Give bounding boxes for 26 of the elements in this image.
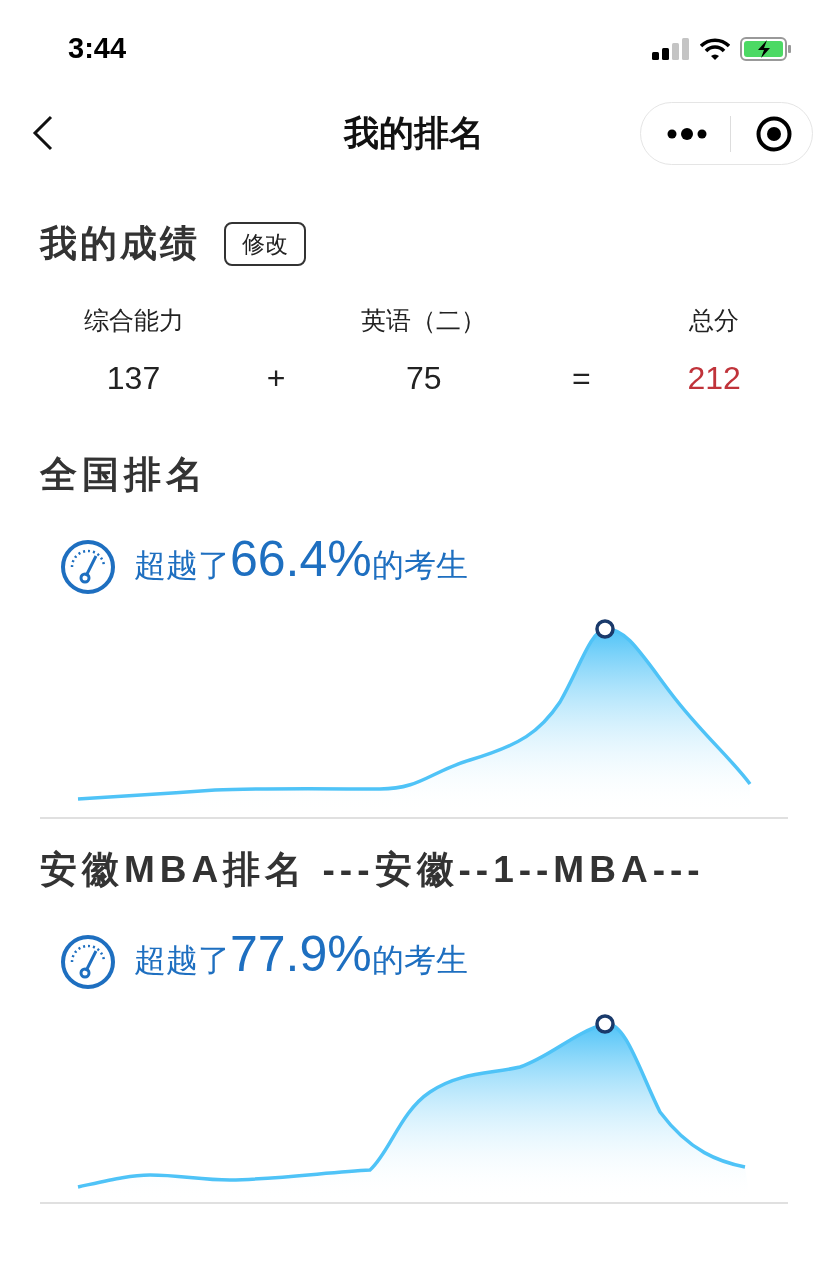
operator-sign: + — [266, 358, 286, 398]
more-icon[interactable] — [667, 127, 707, 140]
gauge-icon — [60, 538, 116, 595]
page-title: 我的排名 — [344, 111, 484, 154]
position-marker — [595, 1013, 615, 1034]
signal-icon — [652, 38, 690, 60]
section-title: 全国排名 — [40, 452, 209, 497]
battery-icon — [740, 37, 792, 61]
score-value: 75 — [406, 358, 442, 398]
wifi-icon — [700, 38, 730, 60]
position-marker — [595, 618, 615, 639]
total-score: 212 — [687, 358, 741, 398]
operator-sign: = — [571, 358, 591, 398]
beat-percent-text: 超越了 66.4%的考生 — [134, 529, 468, 589]
back-icon[interactable] — [32, 115, 54, 151]
gauge-icon — [60, 933, 116, 990]
section-title: 安徽MBA排名 ---安徽--1--MBA--- — [40, 847, 706, 892]
score-value: 137 — [106, 358, 161, 398]
target-icon[interactable] — [756, 115, 792, 152]
status-time: 3:44 — [68, 31, 127, 67]
edit-button[interactable]: 修改 — [224, 221, 306, 266]
section-title: 我的成绩 — [40, 222, 200, 266]
score-label: 总分 — [689, 304, 740, 336]
score-label: 英语（二） — [361, 304, 487, 336]
score-label: 综合能力 — [83, 304, 184, 336]
beat-percent-text: 超越了 77.9%的考生 — [134, 924, 468, 984]
